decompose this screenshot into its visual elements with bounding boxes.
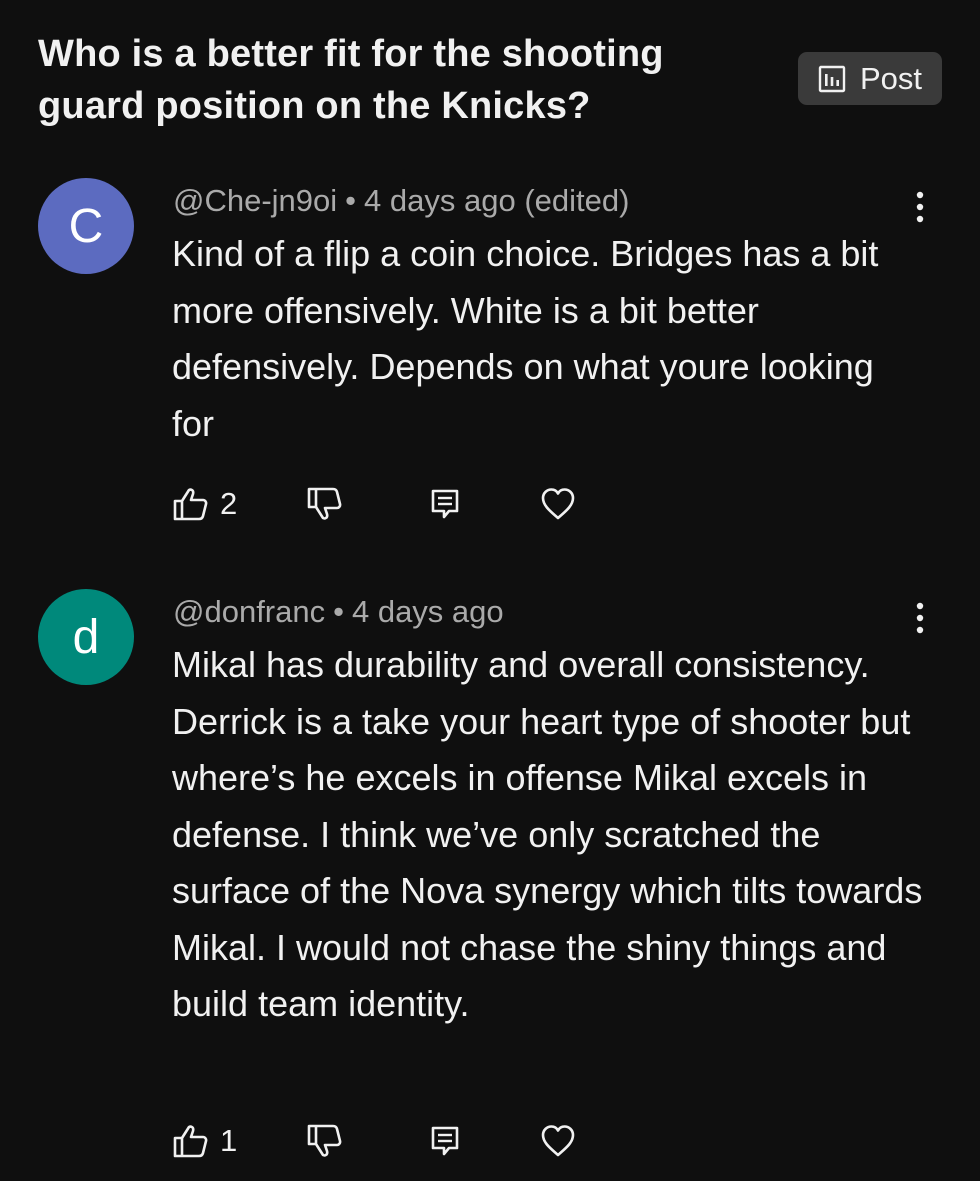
- more-options-button[interactable]: [903, 187, 937, 227]
- like-button[interactable]: 1: [172, 1121, 237, 1161]
- reply-comment-icon: [431, 1126, 459, 1156]
- thumb-down-icon: [307, 487, 342, 520]
- more-vert-icon: [916, 602, 924, 634]
- comment-text: Kind of a flip a coin choice. Bridges ha…: [172, 233, 879, 444]
- comment-text: Mikal has durability and overall consist…: [172, 644, 923, 1024]
- comment-actions: 2: [172, 484, 612, 524]
- thumb-up-icon: [173, 1125, 208, 1158]
- comment-author[interactable]: @Che-jn9oi: [173, 183, 337, 218]
- comment-time: 4 days ago: [351, 594, 504, 629]
- reply-button[interactable]: [430, 484, 460, 524]
- heart-button[interactable]: [540, 1121, 576, 1161]
- reply-button[interactable]: [430, 1121, 460, 1161]
- dislike-button[interactable]: [306, 484, 342, 524]
- like-count: 2: [220, 486, 238, 521]
- post-question: Who is a better fit for the shooting gua…: [38, 33, 664, 127]
- thumb-down-icon: [307, 1124, 342, 1157]
- comment-actions: 1: [172, 1121, 612, 1161]
- post-button-label: Post: [859, 60, 923, 96]
- more-options-button[interactable]: [903, 598, 937, 638]
- heart-icon: [541, 1125, 575, 1157]
- avatar-letter: d: [72, 610, 100, 664]
- heart-button[interactable]: [540, 484, 576, 524]
- like-button[interactable]: 2: [172, 484, 237, 524]
- avatar[interactable]: C: [38, 178, 134, 274]
- like-count: 1: [220, 1123, 238, 1158]
- comment-time: 4 days ago (edited): [364, 183, 630, 218]
- dislike-button[interactable]: [306, 1121, 342, 1161]
- comment-author[interactable]: @donfranc: [173, 594, 325, 629]
- post-header: Who is a better fit for the shooting gua…: [38, 28, 738, 132]
- reply-comment-icon: [431, 489, 459, 519]
- avatar-letter: C: [68, 199, 104, 253]
- poll-chart-icon: [818, 65, 846, 93]
- heart-icon: [541, 488, 575, 520]
- comment-meta: @Che-jn9oi • 4 days ago (edited): [173, 181, 629, 221]
- post-button[interactable]: Post: [798, 52, 942, 105]
- meta-separator: •: [345, 183, 357, 218]
- avatar[interactable]: d: [38, 589, 134, 685]
- more-vert-icon: [916, 191, 924, 223]
- thumb-up-icon: [173, 488, 208, 521]
- comment-meta: @donfranc • 4 days ago: [173, 592, 504, 632]
- meta-separator: •: [333, 594, 344, 629]
